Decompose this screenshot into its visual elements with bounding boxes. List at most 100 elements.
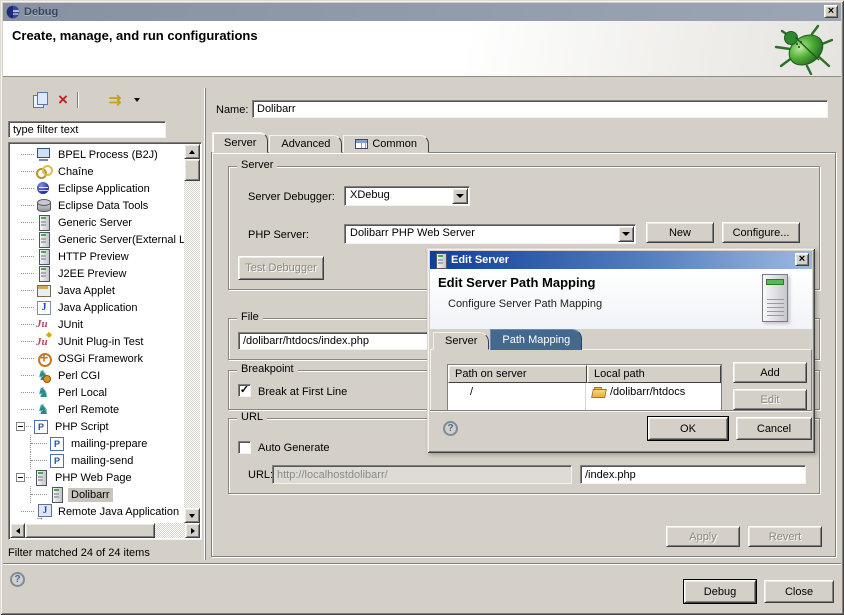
php-server-select[interactable]: Dolibarr PHP Web Server [344,224,636,244]
debug-button[interactable]: Debug [684,580,756,603]
tree-item-label: Remote Java Application [55,505,182,519]
tree-item-php-script[interactable]: PHP Script [11,418,184,435]
tree-item-junit[interactable]: JUnit [11,316,184,333]
dialog-tabs: ServerPath Mapping [433,330,583,350]
tree-item-http-preview[interactable]: HTTP Preview [11,248,184,265]
tree-item-remote-java-application[interactable]: Remote Java Application [11,503,184,520]
path-mapping-panel: Path on serverLocal path //dolibarr/htdo… [430,349,812,411]
tree-vscrollbar[interactable] [184,144,200,523]
scroll-left-icon[interactable] [10,523,25,538]
cancel-button[interactable]: Cancel [736,417,812,440]
auto-generate-checkbox[interactable] [238,441,251,454]
path-mapping-table[interactable]: Path on serverLocal path //dolibarr/htdo… [447,364,722,411]
break-first-line-checkbox[interactable]: ✓ [238,384,251,397]
tree-item-mailing-prepare[interactable]: mailing-prepare [11,435,184,452]
tree-item-eclipse-data-tools[interactable]: Eclipse Data Tools [11,197,184,214]
tab-label: Common [372,138,417,150]
mapping-row[interactable]: //dolibarr/htdocs [448,383,721,401]
close-icon[interactable]: × [824,5,838,18]
tree-item-junit-plug-in-test[interactable]: JUnit Plug-in Test [11,333,184,350]
server-group-label: Server [237,159,277,171]
tree-item-perl-cgi[interactable]: Perl CGI [11,367,184,384]
tree-item-label: Generic Server [55,216,135,230]
tree-item-j2ee-preview[interactable]: J2EE Preview [11,265,184,282]
title-bar[interactable]: Debug [3,3,841,21]
scroll-down-icon[interactable] [184,508,200,523]
tree-item-generic-server-external-la[interactable]: Generic Server(External La [11,231,184,248]
add-button[interactable]: Add [733,362,807,383]
server-debugger-select[interactable]: XDebug [344,186,470,206]
revert-button[interactable]: Revert [748,526,822,547]
dialog-close-icon[interactable]: × [795,253,809,266]
tree-item-dolibarr[interactable]: Dolibarr [11,486,184,503]
config-tab-common[interactable]: Common [343,135,429,153]
new-button[interactable]: New [646,222,714,243]
panel-sash[interactable] [204,88,206,560]
collapse-toggle-icon[interactable] [16,422,25,431]
tree-item-cha-ne[interactable]: Chaîne [11,163,184,180]
filter-input[interactable] [8,121,166,138]
tree-item-perl-remote[interactable]: Perl Remote [11,401,184,418]
chevron-down-icon[interactable] [618,226,634,242]
configure-button[interactable]: Configure... [722,222,800,243]
test-debugger-button[interactable]: Test Debugger [238,256,324,280]
dialog-subheading: Configure Server Path Mapping [448,298,602,310]
dialog-tab-server[interactable]: Server [433,332,489,350]
ok-button[interactable]: OK [648,417,728,440]
tree-item-java-application[interactable]: Java Application [11,299,184,316]
chevron-down-icon[interactable] [452,188,468,204]
tree-item-java-applet[interactable]: Java Applet [11,282,184,299]
php-server-label: PHP Server: [248,229,309,241]
tree-item-osgi-framework[interactable]: OSGi Framework [11,350,184,367]
new-config-icon[interactable] [8,90,30,110]
config-tab-server[interactable]: Server [212,132,268,153]
edit-server-dialog: Edit Server × Edit Server Path Mapping C… [427,248,815,453]
config-tree[interactable]: BPEL Process (B2J)ChaîneEclipse Applicat… [8,142,202,540]
url-group-label: URL [237,411,267,423]
url-path-input[interactable] [580,465,806,484]
tree-item-label: HTTP Preview [55,250,132,264]
tree-connector [21,188,34,189]
remote-java-icon [36,504,52,519]
dropdown-icon[interactable] [126,90,148,110]
collapse-toggle-icon[interactable] [16,473,25,482]
tree-connector [21,171,34,172]
scroll-up-icon[interactable] [184,144,200,159]
dialog-title-bar[interactable]: Edit Server [430,251,812,269]
tree-connector [21,239,34,240]
tree-item-bpel-process-b2j[interactable]: BPEL Process (B2J) [11,146,184,163]
tree-connector [21,375,34,376]
collapse-all-icon[interactable] [82,90,104,110]
column-header-local-path[interactable]: Local path [587,365,721,383]
help-icon[interactable]: ? [10,572,25,587]
dialog-tab-path-mapping[interactable]: Path Mapping [490,329,582,350]
tree-item-eclipse-application[interactable]: Eclipse Application [11,180,184,197]
tree-item-php-web-page[interactable]: PHP Web Page [11,469,184,486]
tree-connector [21,324,34,325]
edit-button[interactable]: Edit [733,389,807,410]
tree-connector [21,341,34,342]
delete-icon[interactable] [52,90,74,110]
tree-item-perl-local[interactable]: Perl Local [11,384,184,401]
apply-button[interactable]: Apply [666,526,740,547]
close-button[interactable]: Close [764,580,834,603]
header-banner: Create, manage, and run configurations [3,21,841,77]
tree-item-generic-server[interactable]: Generic Server [11,214,184,231]
php-icon [49,453,65,468]
base-url-input[interactable] [272,465,572,484]
tree-connector [21,358,34,359]
duplicate-icon[interactable] [30,90,52,110]
scroll-right-icon[interactable] [185,523,200,538]
hscroll-thumb[interactable] [25,523,155,538]
tree-hscrollbar[interactable] [10,523,200,538]
config-tab-advanced[interactable]: Advanced [269,135,342,153]
tree-item-mailing-send[interactable]: mailing-send [11,452,184,469]
dialog-help-icon[interactable]: ? [443,421,458,436]
dialog-heading: Edit Server Path Mapping [438,275,595,290]
name-input[interactable] [252,100,828,118]
server-icon [36,266,52,281]
filter-icon[interactable] [104,90,126,110]
vscroll-thumb[interactable] [184,159,200,181]
column-header-path-on-server[interactable]: Path on server [448,365,587,383]
tree-connector [26,477,31,478]
